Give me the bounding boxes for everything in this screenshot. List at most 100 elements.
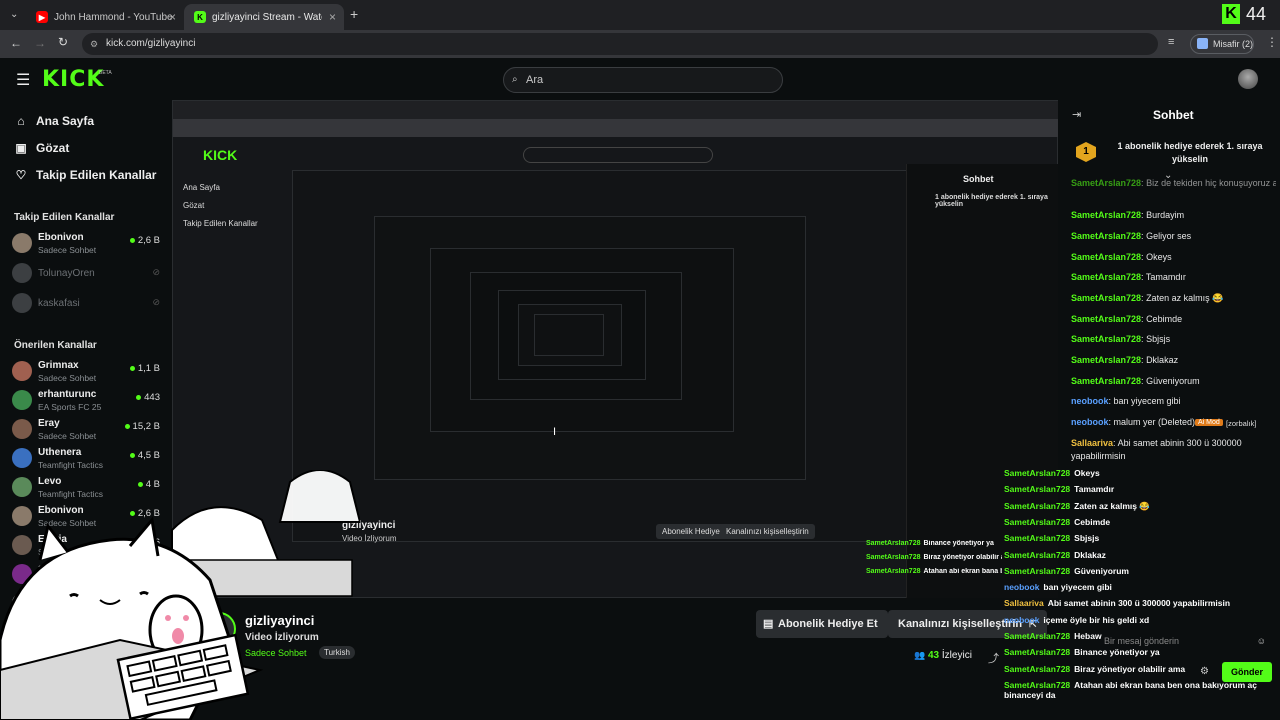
stream-category[interactable]: Sadece Sohbet (245, 648, 307, 658)
chat-message: SametArslan728: Okeys (1071, 252, 1172, 262)
suggested-channel-item[interactable]: Levo Teamfight Tactics 4 B (12, 474, 162, 502)
nav-home[interactable]: ⌂ Ana Sayfa (14, 114, 94, 128)
channel-avatar[interactable] (202, 612, 236, 646)
new-tab-button[interactable]: + (350, 6, 358, 22)
share-icon[interactable]: ⤴ (988, 650, 999, 666)
viewer-count: 443 (136, 392, 160, 403)
chat-username[interactable]: SametArslan728 (1071, 376, 1141, 386)
nested-nav-following: Takip Edilen Kanallar (183, 219, 258, 228)
close-tab-icon[interactable]: × (169, 10, 176, 24)
chat-username[interactable]: SametArslan728 (1071, 252, 1141, 262)
search-input[interactable]: ⌕ Ara (503, 67, 783, 93)
tab-kick[interactable]: K gizliyayinci Stream - Watch Live × (184, 4, 344, 30)
tab-youtube[interactable]: ▶ John Hammond - YouTube × (26, 4, 184, 30)
pinned-text: 1 abonelik hediye ederek 1. sıraya yükse… (1117, 141, 1263, 164)
chat-message: neobook: ban yiyecem gibi (1071, 396, 1181, 406)
sidebar: ⌂ Ana Sayfa ▣ Gözat ♡ Takip Edilen Kanallar… (0, 102, 172, 720)
chat-username[interactable]: SametArslan728 (1071, 355, 1141, 365)
url-text: kick.com/gizliyayinci (106, 38, 196, 49)
chat-username[interactable]: SametArslan728 (1071, 210, 1141, 220)
suggested-channel-item[interactable]: Ersin (12, 619, 162, 647)
menu-kebab-icon[interactable]: ⋮ (1266, 35, 1278, 49)
followed-channel-item[interactable]: Ebonivon Sadece Sohbet 2,6 B (12, 230, 162, 258)
chat-input[interactable]: Bir mesaj gönderin ☺ (1096, 630, 1274, 652)
avatar (12, 293, 32, 313)
nested-channel-name: gizliyayinci (342, 520, 396, 531)
avatar (12, 263, 32, 283)
avatar (12, 477, 32, 497)
hamburger-menu-icon[interactable]: ☰ (16, 70, 30, 90)
customize-channel-button[interactable]: Kanalınızı kişiselleştirin ⇱ (888, 610, 1047, 638)
video-player[interactable]: KICK Ana Sayfa Gözat Takip Edilen Kanall… (172, 100, 1058, 598)
channel-name: Ebonivon (38, 505, 84, 516)
suggested-channel-item[interactable]: superior VALORANT 665 (12, 561, 162, 589)
chat-settings-icon[interactable]: ⚙ (1200, 666, 1209, 677)
reload-icon[interactable]: ↻ (58, 35, 68, 49)
kick-extension-badge[interactable]: K 44 (1222, 4, 1272, 26)
offline-icon: ⊘ (152, 267, 160, 277)
nested-address-bar (173, 119, 1058, 137)
tab-title: John Hammond - YouTube (54, 11, 173, 23)
channel-name: Levo (38, 476, 62, 487)
avatar (12, 622, 32, 642)
channel-name: Eray (38, 418, 60, 429)
kick-logo-icon: K (1222, 4, 1240, 24)
site-info-icon[interactable]: ⚙ (90, 33, 98, 55)
kick-logo[interactable]: KICK (42, 67, 104, 92)
suggested-channel-item[interactable]: burce League (12, 590, 162, 618)
avatar (12, 564, 32, 584)
channel-name: Uthenera (38, 447, 82, 458)
gift-subscription-label: Abonelik Hediye Et (778, 618, 878, 630)
back-icon[interactable]: ← (10, 36, 22, 50)
logo-beta-badge: BETA (99, 70, 112, 76)
chat-username[interactable]: SametArslan728 (1071, 314, 1141, 324)
followed-channels-header: Takip Edilen Kanallar (14, 212, 115, 223)
nested-customize-button: Kanalınızı kişiselleştirin (720, 524, 815, 539)
emoji-icon[interactable]: ☺ (1257, 630, 1266, 652)
user-avatar[interactable] (1238, 69, 1258, 89)
nested-stream-title: Video İzliyorum (342, 534, 397, 543)
media-icon[interactable]: ≡ (1168, 36, 1174, 48)
channel-category: EA Sports FC 25 (38, 402, 102, 412)
followed-channel-item[interactable]: TolunayOren ⊘ (12, 260, 162, 288)
suggested-channel-item[interactable]: erhanturunc EA Sports FC 25 443 (12, 387, 162, 415)
chat-username[interactable]: SametArslan728 (1071, 178, 1141, 188)
gift-subscription-button[interactable]: ▤ Abonelik Hediye Et (756, 610, 888, 638)
chat-username[interactable]: SametArslan728 (1071, 334, 1141, 344)
nested-sidebar-text: Ana Sayfa Gözat Takip Edilen Kanallar (183, 179, 258, 233)
avatar (12, 535, 32, 555)
followed-channel-item[interactable]: kaskafasi ⊘ (12, 290, 162, 318)
stream-tag[interactable]: Turkish (319, 646, 355, 659)
address-input[interactable]: ⚙ kick.com/gizliyayinci (82, 33, 1158, 55)
nav-following[interactable]: ♡ Takip Edilen Kanallar (14, 168, 157, 182)
channel-name: kaskafasi (38, 298, 80, 309)
nav-browse[interactable]: ▣ Gözat (14, 141, 69, 155)
gift-icon: ▤ (763, 618, 774, 630)
chat-username[interactable]: SametArslan728 (1071, 231, 1141, 241)
chat-username[interactable]: neobook (1071, 417, 1109, 427)
suggested-channel-item[interactable]: Uthenera Teamfight Tactics 4,5 B (12, 445, 162, 473)
channel-name: superior (38, 563, 79, 574)
collapse-chat-icon[interactable]: ⇥ (1072, 108, 1081, 121)
suggested-channel-item[interactable]: Eray Sadece Sohbet 15,2 B (12, 416, 162, 444)
forward-icon[interactable]: → (34, 36, 46, 50)
close-tab-icon[interactable]: × (329, 10, 336, 24)
chat-username[interactable]: Sallaariva (1071, 438, 1113, 448)
chat-username[interactable]: SametArslan728 (1071, 293, 1141, 303)
suggested-channel-item[interactable]: Grimnax Sadece Sohbet 1,1 B (12, 358, 162, 386)
suggested-channel-item[interactable]: Ebonivon Sadece Sohbet 2,6 B (12, 503, 162, 531)
suggested-channel-item[interactable]: Elayja Sadece Sohbet 666 (12, 532, 162, 560)
profile-icon (1197, 38, 1208, 49)
channel-name[interactable]: gizliyayinci (245, 613, 314, 628)
avatar (12, 448, 32, 468)
tab-list-icon[interactable]: ⌄ (10, 9, 18, 20)
avatar (12, 361, 32, 381)
chat-username[interactable]: SametArslan728 (1071, 272, 1141, 282)
send-button[interactable]: Gönder (1222, 662, 1272, 682)
chat-text: Güveniyorum (1146, 376, 1200, 386)
chat-username[interactable]: neobook (1071, 396, 1109, 406)
nested-pinned: 1 abonelik hediye ederek 1. sıraya yükse… (935, 194, 1048, 208)
profile-button[interactable]: Misafir (2) (1190, 34, 1254, 54)
search-placeholder: Ara (526, 74, 544, 86)
channel-name: burce (38, 592, 66, 603)
